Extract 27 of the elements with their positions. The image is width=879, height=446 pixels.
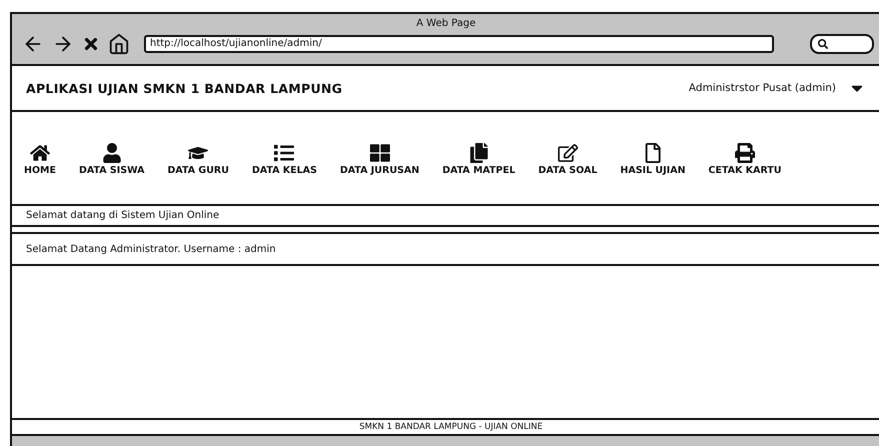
welcome-text: Selamat datang di Sistem Ujian Online (26, 210, 220, 221)
nav-item[interactable]: DATA SOAL (534, 140, 602, 176)
edit-icon (558, 142, 578, 162)
home-icon (30, 142, 50, 162)
nav-item[interactable]: HOME (20, 140, 60, 176)
nav-item[interactable]: HASIL UJIAN (616, 140, 690, 176)
documents-icon (468, 142, 489, 162)
printer-icon (734, 142, 755, 162)
search-icon (818, 39, 828, 49)
user-icon (102, 142, 122, 162)
greeting-text: Selamat Datang Administrator. Username : admin (26, 244, 276, 254)
nav-item[interactable]: DATA MATPEL (438, 140, 520, 176)
home-icon[interactable] (108, 33, 130, 55)
app-title: APLIKASI UJIAN SMKN 1 BANDAR LAMPUNG (26, 80, 342, 96)
nav-item[interactable]: DATA SISWA (74, 140, 149, 176)
close-icon[interactable] (82, 35, 100, 53)
window-title: A Web Page (415, 18, 477, 29)
search-field[interactable] (810, 34, 874, 54)
nav-item[interactable]: DATA JURUSAN (336, 140, 424, 176)
nav-item[interactable]: DATA GURU (164, 140, 233, 176)
nav-item[interactable]: DATA KELAS (248, 140, 321, 176)
url-field[interactable]: http://localhost/ujianonline/admin/ (144, 35, 774, 53)
grid-icon (370, 142, 390, 162)
user-menu[interactable]: Administrstor Pusat (admin) (688, 82, 836, 94)
nav-item[interactable]: CETAK KARTU (704, 140, 786, 176)
file-icon (642, 142, 663, 162)
list-icon (274, 142, 294, 162)
